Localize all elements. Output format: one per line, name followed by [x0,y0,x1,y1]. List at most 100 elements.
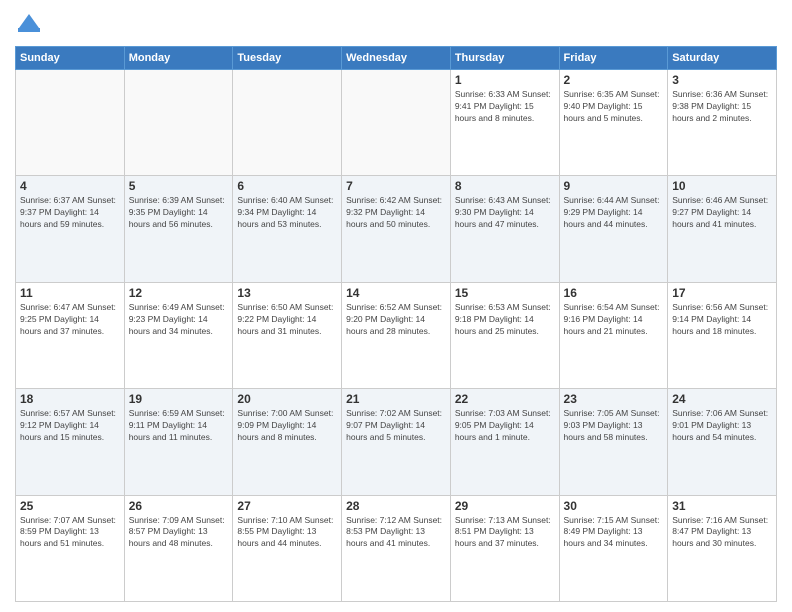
day-number: 21 [346,392,446,406]
day-info: Sunrise: 6:56 AM Sunset: 9:14 PM Dayligh… [672,302,772,338]
weekday-header: Sunday [16,47,125,70]
page: SundayMondayTuesdayWednesdayThursdayFrid… [0,0,792,612]
day-number: 4 [20,179,120,193]
day-number: 1 [455,73,555,87]
day-number: 13 [237,286,337,300]
calendar-cell: 26 Sunrise: 7:09 AM Sunset: 8:57 PM Dayli… [124,495,233,601]
day-info: Sunrise: 7:12 AM Sunset: 8:53 PM Dayligh… [346,515,446,551]
calendar-cell: 9 Sunrise: 6:44 AM Sunset: 9:29 PM Daylig… [559,176,668,282]
day-number: 20 [237,392,337,406]
day-info: Sunrise: 6:53 AM Sunset: 9:18 PM Dayligh… [455,302,555,338]
day-number: 25 [20,499,120,513]
day-info: Sunrise: 6:35 AM Sunset: 9:40 PM Dayligh… [564,89,664,125]
day-number: 14 [346,286,446,300]
day-number: 28 [346,499,446,513]
weekday-header: Tuesday [233,47,342,70]
day-number: 23 [564,392,664,406]
calendar-cell: 6Sunrise: 6:40 AM Sunset: 9:34 PM Daylig… [233,176,342,282]
day-info: Sunrise: 7:07 AM Sunset: 8:59 PM Dayligh… [20,515,120,551]
day-info: Sunrise: 6:42 AM Sunset: 9:32 PM Dayligh… [346,195,446,231]
day-info: Sunrise: 6:50 AM Sunset: 9:22 PM Dayligh… [237,302,337,338]
day-number: 17 [672,286,772,300]
weekday-header: Monday [124,47,233,70]
calendar-cell: 20 Sunrise: 7:00 AM Sunset: 9:09 PM Dayli… [233,389,342,495]
day-number: 2 [564,73,664,87]
calendar-week-row: 25 Sunrise: 7:07 AM Sunset: 8:59 PM Dayli… [16,495,777,601]
calendar-cell: 29Sunrise: 7:13 AM Sunset: 8:51 PM Dayli… [450,495,559,601]
day-info: Sunrise: 6:37 AM Sunset: 9:37 PM Dayligh… [20,195,120,231]
day-info: Sunrise: 7:13 AM Sunset: 8:51 PM Dayligh… [455,515,555,551]
day-number: 22 [455,392,555,406]
day-number: 9 [564,179,664,193]
calendar-cell: 11 Sunrise: 6:47 AM Sunset: 9:25 PM Dayli… [16,282,125,388]
day-info: Sunrise: 6:59 AM Sunset: 9:11 PM Dayligh… [129,408,229,444]
calendar-cell: 19 Sunrise: 6:59 AM Sunset: 9:11 PM Dayli… [124,389,233,495]
weekday-header: Friday [559,47,668,70]
calendar-cell: 1Sunrise: 6:33 AM Sunset: 9:41 PM Daylig… [450,70,559,176]
calendar-table: SundayMondayTuesdayWednesdayThursdayFrid… [15,46,777,602]
calendar-cell: 24 Sunrise: 7:06 AM Sunset: 9:01 PM Dayli… [668,389,777,495]
calendar-cell: 3 Sunrise: 6:36 AM Sunset: 9:38 PM Daylig… [668,70,777,176]
day-info: Sunrise: 7:15 AM Sunset: 8:49 PM Dayligh… [564,515,664,551]
day-info: Sunrise: 6:47 AM Sunset: 9:25 PM Dayligh… [20,302,120,338]
day-number: 26 [129,499,229,513]
calendar-cell: 10 Sunrise: 6:46 AM Sunset: 9:27 PM Dayli… [668,176,777,282]
day-info: Sunrise: 7:02 AM Sunset: 9:07 PM Dayligh… [346,408,446,444]
day-number: 18 [20,392,120,406]
day-number: 11 [20,286,120,300]
day-info: Sunrise: 7:16 AM Sunset: 8:47 PM Dayligh… [672,515,772,551]
calendar-cell: 21 Sunrise: 7:02 AM Sunset: 9:07 PM Dayli… [342,389,451,495]
calendar-cell: 23Sunrise: 7:05 AM Sunset: 9:03 PM Dayli… [559,389,668,495]
calendar-cell [124,70,233,176]
day-info: Sunrise: 6:46 AM Sunset: 9:27 PM Dayligh… [672,195,772,231]
calendar-header-row: SundayMondayTuesdayWednesdayThursdayFrid… [16,47,777,70]
day-info: Sunrise: 6:49 AM Sunset: 9:23 PM Dayligh… [129,302,229,338]
calendar-cell [342,70,451,176]
calendar-cell: 18Sunrise: 6:57 AM Sunset: 9:12 PM Dayli… [16,389,125,495]
calendar-cell: 13 Sunrise: 6:50 AM Sunset: 9:22 PM Dayli… [233,282,342,388]
calendar-cell: 14 Sunrise: 6:52 AM Sunset: 9:20 PM Dayli… [342,282,451,388]
logo [15,10,47,38]
calendar-cell [16,70,125,176]
day-info: Sunrise: 6:44 AM Sunset: 9:29 PM Dayligh… [564,195,664,231]
day-number: 3 [672,73,772,87]
calendar-cell: 5 Sunrise: 6:39 AM Sunset: 9:35 PM Daylig… [124,176,233,282]
day-number: 31 [672,499,772,513]
calendar-cell: 25 Sunrise: 7:07 AM Sunset: 8:59 PM Dayli… [16,495,125,601]
weekday-header: Thursday [450,47,559,70]
calendar-cell: 12 Sunrise: 6:49 AM Sunset: 9:23 PM Dayli… [124,282,233,388]
day-number: 19 [129,392,229,406]
calendar-cell: 17 Sunrise: 6:56 AM Sunset: 9:14 PM Dayli… [668,282,777,388]
day-number: 12 [129,286,229,300]
day-number: 5 [129,179,229,193]
day-number: 15 [455,286,555,300]
day-number: 16 [564,286,664,300]
calendar-cell: 7 Sunrise: 6:42 AM Sunset: 9:32 PM Daylig… [342,176,451,282]
day-info: Sunrise: 6:39 AM Sunset: 9:35 PM Dayligh… [129,195,229,231]
calendar-week-row: 18Sunrise: 6:57 AM Sunset: 9:12 PM Dayli… [16,389,777,495]
day-number: 30 [564,499,664,513]
day-info: Sunrise: 7:09 AM Sunset: 8:57 PM Dayligh… [129,515,229,551]
day-number: 10 [672,179,772,193]
day-number: 6 [237,179,337,193]
calendar-week-row: 4 Sunrise: 6:37 AM Sunset: 9:37 PM Daylig… [16,176,777,282]
calendar-week-row: 11 Sunrise: 6:47 AM Sunset: 9:25 PM Dayli… [16,282,777,388]
calendar-cell: 15 Sunrise: 6:53 AM Sunset: 9:18 PM Dayli… [450,282,559,388]
day-number: 24 [672,392,772,406]
calendar-cell: 31 Sunrise: 7:16 AM Sunset: 8:47 PM Dayli… [668,495,777,601]
logo-icon [15,10,43,38]
calendar-cell: 8 Sunrise: 6:43 AM Sunset: 9:30 PM Daylig… [450,176,559,282]
day-number: 7 [346,179,446,193]
day-info: Sunrise: 7:06 AM Sunset: 9:01 PM Dayligh… [672,408,772,444]
day-info: Sunrise: 6:36 AM Sunset: 9:38 PM Dayligh… [672,89,772,125]
day-number: 27 [237,499,337,513]
day-info: Sunrise: 6:43 AM Sunset: 9:30 PM Dayligh… [455,195,555,231]
day-info: Sunrise: 6:52 AM Sunset: 9:20 PM Dayligh… [346,302,446,338]
day-number: 8 [455,179,555,193]
day-info: Sunrise: 6:54 AM Sunset: 9:16 PM Dayligh… [564,302,664,338]
day-info: Sunrise: 7:03 AM Sunset: 9:05 PM Dayligh… [455,408,555,444]
calendar-week-row: 1Sunrise: 6:33 AM Sunset: 9:41 PM Daylig… [16,70,777,176]
calendar-cell: 30 Sunrise: 7:15 AM Sunset: 8:49 PM Dayli… [559,495,668,601]
calendar-cell: 22 Sunrise: 7:03 AM Sunset: 9:05 PM Dayli… [450,389,559,495]
day-info: Sunrise: 7:00 AM Sunset: 9:09 PM Dayligh… [237,408,337,444]
